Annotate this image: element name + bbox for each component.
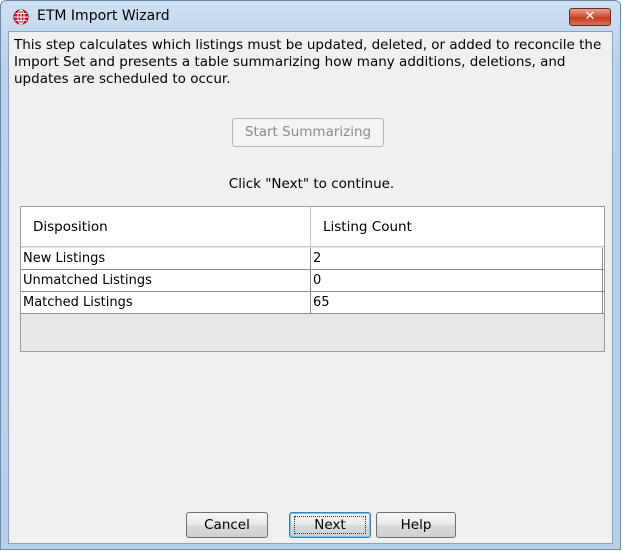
summary-table: Disposition Listing Count New Listings 2… [20,206,605,352]
next-button[interactable]: Next [289,512,371,538]
column-header-disposition[interactable]: Disposition [21,207,311,247]
table-header: Disposition Listing Count [21,207,604,247]
disposition-cell: Unmatched Listings [21,270,311,291]
listing-count-cell: 0 [311,270,603,291]
table-body: New Listings 2 Unmatched Listings 0 Matc… [21,248,604,314]
continue-hint: Click "Next" to continue. [228,176,395,192]
next-button-label: Next [314,517,346,533]
listing-count-cell: 2 [311,248,603,269]
disposition-cell: Matched Listings [21,292,311,313]
globe-grid-icon [13,9,29,25]
help-button[interactable]: Help [376,512,456,538]
disposition-cell: New Listings [21,248,311,269]
table-row[interactable]: New Listings 2 [21,248,604,270]
table-row[interactable]: Matched Listings 65 [21,292,604,314]
cancel-button-label: Cancel [204,517,250,533]
step-description: This step calculates which listings must… [14,37,602,87]
close-icon: ✕ [584,9,596,24]
wizard-window: ETM Import Wizard ✕ This step calculates… [0,0,621,550]
cancel-button[interactable]: Cancel [186,512,268,538]
help-button-label: Help [400,517,432,533]
wizard-content: This step calculates which listings must… [8,31,613,544]
table-row[interactable]: Unmatched Listings 0 [21,270,604,292]
column-header-listing-count[interactable]: Listing Count [311,207,604,247]
start-summarizing-button: Start Summarizing [232,118,384,147]
window-title: ETM Import Wizard [37,8,170,24]
title-bar[interactable]: ETM Import Wizard ✕ [1,1,620,31]
close-button[interactable]: ✕ [569,8,611,26]
listing-count-cell: 65 [311,292,603,313]
